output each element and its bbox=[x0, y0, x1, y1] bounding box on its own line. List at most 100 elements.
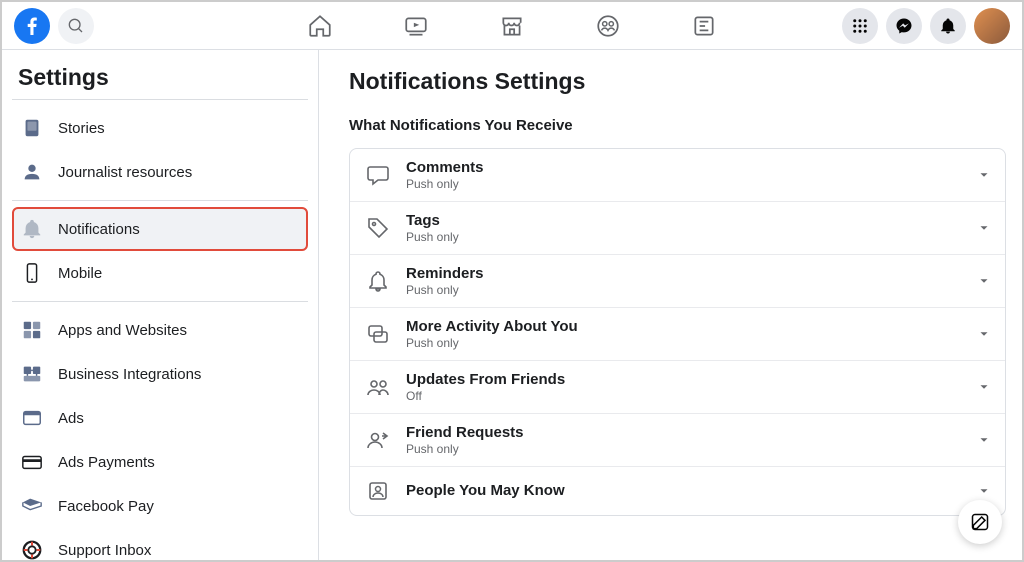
row-people-you-may-know[interactable]: People You May Know bbox=[350, 467, 1005, 515]
people-icon bbox=[364, 477, 392, 505]
friend-request-icon bbox=[364, 426, 392, 454]
sidebar-item-label: Support Inbox bbox=[58, 542, 151, 559]
sidebar-divider bbox=[12, 200, 308, 201]
sidebar-item-mobile[interactable]: Mobile bbox=[12, 251, 308, 295]
sidebar-item-facebook-pay[interactable]: Facebook Pay bbox=[12, 484, 308, 528]
home-icon bbox=[307, 13, 333, 39]
header-left bbox=[14, 8, 94, 44]
facebook-pay-icon bbox=[18, 492, 46, 520]
nav-center bbox=[306, 12, 718, 40]
menu-button[interactable] bbox=[842, 8, 878, 44]
profile-avatar[interactable] bbox=[974, 8, 1010, 44]
mobile-icon bbox=[18, 259, 46, 287]
news-icon bbox=[691, 13, 717, 39]
row-updates-friends[interactable]: Updates From Friends Off bbox=[350, 361, 1005, 414]
search-icon bbox=[68, 18, 84, 34]
compose-fab[interactable] bbox=[958, 500, 1002, 544]
notification-settings-card: Comments Push only Tags Push only bbox=[349, 148, 1006, 516]
header-right bbox=[842, 8, 1010, 44]
row-subtitle: Push only bbox=[406, 177, 963, 191]
settings-sidebar: Settings Stories Journalist resources No… bbox=[2, 50, 319, 560]
groups-icon bbox=[595, 13, 621, 39]
messenger-button[interactable] bbox=[886, 8, 922, 44]
row-text: Friend Requests Push only bbox=[406, 424, 963, 456]
sidebar-title: Settings bbox=[12, 64, 308, 100]
row-friend-requests[interactable]: Friend Requests Push only bbox=[350, 414, 1005, 467]
sidebar-divider bbox=[12, 301, 308, 302]
row-title: Updates From Friends bbox=[406, 371, 963, 388]
row-title: Comments bbox=[406, 159, 963, 176]
sidebar-item-label: Ads Payments bbox=[58, 454, 155, 471]
page-title: Notifications Settings bbox=[349, 68, 1006, 95]
row-text: Updates From Friends Off bbox=[406, 371, 963, 403]
sidebar-item-support[interactable]: Support Inbox bbox=[12, 528, 308, 560]
apps-icon bbox=[18, 316, 46, 344]
sidebar-item-label: Notifications bbox=[58, 221, 140, 238]
ads-icon bbox=[18, 404, 46, 432]
notifications-side-icon bbox=[18, 215, 46, 243]
edit-icon bbox=[970, 512, 990, 532]
chevron-down-icon bbox=[977, 274, 991, 288]
bell-icon bbox=[939, 17, 957, 35]
row-subtitle: Push only bbox=[406, 230, 963, 244]
row-text: Tags Push only bbox=[406, 212, 963, 244]
facebook-logo[interactable] bbox=[14, 8, 50, 44]
credit-card-icon bbox=[18, 448, 46, 476]
sidebar-item-label: Stories bbox=[58, 120, 105, 137]
sidebar-item-journalist[interactable]: Journalist resources bbox=[12, 150, 308, 194]
nav-watch[interactable] bbox=[402, 12, 430, 40]
support-icon bbox=[18, 536, 46, 560]
sidebar-item-label: Apps and Websites bbox=[58, 322, 187, 339]
comments-icon bbox=[364, 161, 392, 189]
main-content: Notifications Settings What Notification… bbox=[319, 50, 1022, 560]
menu-grid-icon bbox=[851, 17, 869, 35]
chevron-down-icon bbox=[977, 168, 991, 182]
sidebar-item-apps[interactable]: Apps and Websites bbox=[12, 308, 308, 352]
sidebar-item-notifications[interactable]: Notifications bbox=[12, 207, 308, 251]
row-reminders[interactable]: Reminders Push only bbox=[350, 255, 1005, 308]
sidebar-item-stories[interactable]: Stories bbox=[12, 106, 308, 150]
chevron-down-icon bbox=[977, 484, 991, 498]
chevron-down-icon bbox=[977, 221, 991, 235]
row-text: People You May Know bbox=[406, 482, 963, 500]
sidebar-item-label: Facebook Pay bbox=[58, 498, 154, 515]
body: Settings Stories Journalist resources No… bbox=[2, 50, 1022, 560]
messenger-icon bbox=[895, 17, 913, 35]
search-button[interactable] bbox=[58, 8, 94, 44]
row-more-activity[interactable]: More Activity About You Push only bbox=[350, 308, 1005, 361]
row-title: Reminders bbox=[406, 265, 963, 282]
chevron-down-icon bbox=[977, 380, 991, 394]
chevron-down-icon bbox=[977, 327, 991, 341]
sidebar-item-business[interactable]: Business Integrations bbox=[12, 352, 308, 396]
nav-groups[interactable] bbox=[594, 12, 622, 40]
row-text: Reminders Push only bbox=[406, 265, 963, 297]
notifications-button[interactable] bbox=[930, 8, 966, 44]
watch-icon bbox=[403, 13, 429, 39]
chevron-down-icon bbox=[977, 433, 991, 447]
sidebar-item-ads[interactable]: Ads bbox=[12, 396, 308, 440]
row-title: People You May Know bbox=[406, 482, 963, 499]
sidebar-item-label: Mobile bbox=[58, 265, 102, 282]
friends-icon bbox=[364, 373, 392, 401]
reminders-icon bbox=[364, 267, 392, 295]
nav-marketplace[interactable] bbox=[498, 12, 526, 40]
row-text: Comments Push only bbox=[406, 159, 963, 191]
sidebar-item-label: Business Integrations bbox=[58, 366, 201, 383]
nav-home[interactable] bbox=[306, 12, 334, 40]
nav-news[interactable] bbox=[690, 12, 718, 40]
row-subtitle: Off bbox=[406, 389, 963, 403]
row-tags[interactable]: Tags Push only bbox=[350, 202, 1005, 255]
facebook-icon bbox=[20, 14, 44, 38]
sidebar-item-ads-payments[interactable]: Ads Payments bbox=[12, 440, 308, 484]
row-title: Friend Requests bbox=[406, 424, 963, 441]
top-header bbox=[2, 2, 1022, 50]
row-text: More Activity About You Push only bbox=[406, 318, 963, 350]
more-activity-icon bbox=[364, 320, 392, 348]
row-comments[interactable]: Comments Push only bbox=[350, 149, 1005, 202]
section-label: What Notifications You Receive bbox=[349, 117, 1006, 134]
tags-icon bbox=[364, 214, 392, 242]
sidebar-item-label: Journalist resources bbox=[58, 164, 192, 181]
marketplace-icon bbox=[499, 13, 525, 39]
business-icon bbox=[18, 360, 46, 388]
sidebar-item-label: Ads bbox=[58, 410, 84, 427]
